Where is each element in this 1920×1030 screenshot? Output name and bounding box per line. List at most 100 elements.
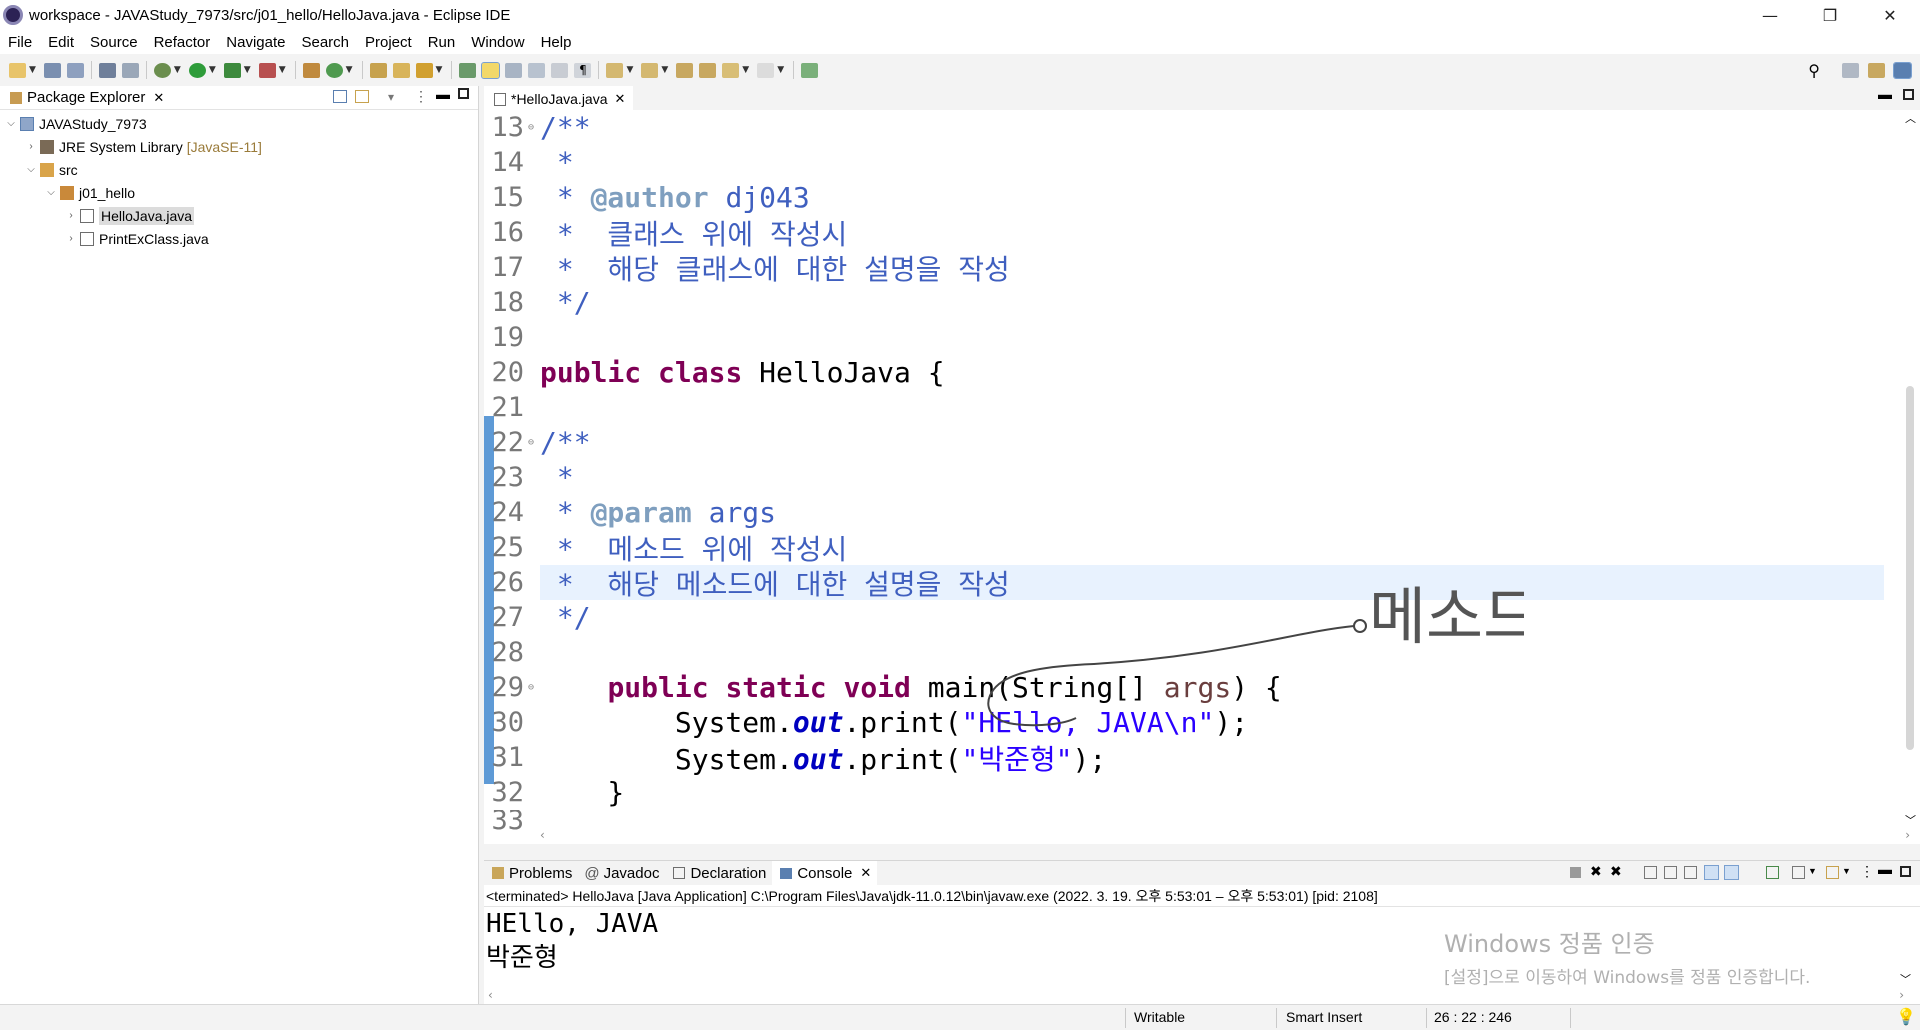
chevron-down-icon[interactable]: ▼ — [209, 65, 216, 75]
scroll-right-icon[interactable]: › — [1899, 988, 1904, 1002]
status-insert-mode[interactable]: Smart Insert — [1286, 1009, 1362, 1025]
menu-window[interactable]: Window — [463, 34, 532, 51]
open-type-icon[interactable] — [369, 62, 387, 78]
chevron-down-icon[interactable]: ⌵ — [4, 118, 18, 129]
tab-console[interactable]: Console ✕ — [772, 861, 878, 885]
word-wrap-icon[interactable] — [551, 62, 569, 78]
tree-item-project[interactable]: ⌵ JAVAStudy_7973 — [0, 112, 478, 135]
chevron-down-icon[interactable]: ▼ — [1808, 866, 1817, 876]
chevron-down-icon[interactable]: ▼ — [1842, 866, 1851, 876]
chevron-right-icon[interactable]: › — [64, 210, 78, 221]
menu-file[interactable]: File — [0, 34, 40, 51]
back-icon[interactable] — [699, 62, 717, 78]
link-with-editor-icon[interactable] — [355, 90, 369, 103]
scroll-right-icon[interactable]: › — [1905, 828, 1910, 842]
chevron-down-icon[interactable]: ▼ — [436, 65, 443, 75]
scroll-up-icon[interactable]: ︿ — [1905, 110, 1916, 126]
tree-item-src[interactable]: ⌵ src — [0, 158, 478, 181]
chevron-down-icon[interactable]: ▼ — [279, 65, 286, 75]
close-icon[interactable]: ✕ — [153, 90, 164, 106]
chevron-right-icon[interactable]: › — [24, 141, 38, 152]
terminate-icon[interactable] — [1570, 867, 1581, 878]
scroll-down-icon[interactable]: ﹀ — [1905, 812, 1916, 828]
view-menu-icon[interactable]: ⋮ — [414, 88, 428, 105]
menu-project[interactable]: Project — [357, 34, 420, 51]
close-icon[interactable]: ✕ — [615, 91, 626, 107]
pin-console-icon[interactable] — [1766, 866, 1779, 879]
chevron-down-icon[interactable]: ▼ — [29, 65, 36, 75]
menu-run[interactable]: Run — [420, 34, 464, 51]
minimize-view-icon[interactable]: ▬ — [436, 86, 450, 102]
menu-navigate[interactable]: Navigate — [218, 34, 293, 51]
mark-occurrences-icon[interactable] — [481, 61, 501, 79]
back-arrow-icon[interactable] — [722, 62, 740, 78]
pin-editor-icon[interactable] — [801, 62, 819, 78]
fold-icon[interactable]: ⊖ — [528, 682, 534, 693]
search-tool-icon[interactable] — [415, 62, 433, 78]
minimize-view-icon[interactable]: ▬ — [1878, 86, 1892, 102]
menu-help[interactable]: Help — [533, 34, 580, 51]
tab-package-explorer[interactable]: Package Explorer ✕ — [0, 89, 170, 106]
editor-horizontal-scrollbar[interactable]: ‹ › — [540, 828, 1920, 844]
display-console-icon[interactable] — [1792, 866, 1805, 879]
new-java-package-icon[interactable] — [302, 62, 320, 78]
java-ee-perspective-icon[interactable] — [1868, 63, 1885, 78]
open-console-icon[interactable] — [1826, 866, 1839, 879]
clear-console-icon[interactable] — [1644, 866, 1657, 879]
terminal-icon[interactable] — [98, 62, 116, 78]
forward-arrow-icon[interactable] — [757, 62, 775, 78]
scrollbar-thumb[interactable] — [1906, 386, 1914, 750]
external-tools-icon[interactable] — [258, 62, 276, 78]
chevron-down-icon[interactable]: ⌵ — [24, 164, 38, 175]
menu-refactor[interactable]: Refactor — [146, 34, 219, 51]
search-icon[interactable]: ⚲ — [1808, 61, 1820, 80]
fold-icon[interactable]: ⊖ — [528, 437, 534, 448]
code-area[interactable]: 13 ⊖ /** 14 * 15 * @author dj043 16 * 클래스 … — [484, 110, 1884, 830]
maximize-view-icon[interactable] — [1900, 866, 1911, 877]
next-annotation-down-icon[interactable] — [606, 62, 624, 78]
editor-vertical-scrollbar[interactable]: ︿ ﹀ — [1900, 110, 1920, 830]
scroll-left-icon[interactable]: ‹ — [488, 988, 493, 1002]
word-wrap-icon[interactable] — [1684, 866, 1697, 879]
save-icon[interactable] — [43, 62, 61, 78]
show-whitespace-icon[interactable]: ¶ — [574, 62, 592, 78]
menu-search[interactable]: Search — [293, 34, 357, 51]
chevron-down-icon[interactable]: ▼ — [661, 65, 668, 75]
chevron-down-icon[interactable]: ▼ — [346, 65, 353, 75]
toggle-breadcrumb-icon[interactable] — [505, 62, 523, 78]
block-selection-icon[interactable] — [528, 62, 546, 78]
debug-icon[interactable] — [153, 62, 171, 78]
run-icon[interactable] — [188, 62, 206, 78]
chevron-down-icon[interactable]: ▼ — [174, 65, 181, 75]
tree-item-jre[interactable]: › JRE System Library [JavaSE-11] — [0, 135, 478, 158]
tree-item-file[interactable]: › PrintExClass.java — [0, 227, 478, 250]
remove-all-terminated-icon[interactable]: ✖ — [1610, 863, 1622, 880]
scroll-left-icon[interactable]: ‹ — [540, 828, 545, 842]
maximize-view-icon[interactable] — [458, 88, 469, 99]
chevron-down-icon[interactable]: ⌵ — [44, 187, 58, 198]
last-edit-location-icon[interactable] — [676, 62, 694, 78]
tree-item-package[interactable]: ⌵ j01_hello — [0, 181, 478, 204]
tab-problems[interactable]: Problems — [484, 865, 578, 882]
fold-icon[interactable]: ⊖ — [528, 122, 534, 133]
new-icon[interactable] — [9, 62, 26, 78]
chevron-down-icon[interactable]: ▼ — [777, 65, 784, 75]
tab-declaration[interactable]: Declaration — [665, 865, 772, 882]
view-menu-icon[interactable]: ⋮ — [1860, 863, 1874, 880]
skip-breakpoints-icon[interactable] — [121, 62, 139, 78]
menu-edit[interactable]: Edit — [40, 34, 82, 51]
close-button[interactable]: ✕ — [1862, 0, 1918, 30]
minimize-view-icon[interactable]: ▬ — [1878, 861, 1892, 877]
previous-annotation-icon[interactable] — [641, 62, 659, 78]
save-all-icon[interactable] — [66, 62, 84, 78]
scroll-down-icon[interactable]: ﹀ — [1900, 971, 1911, 987]
console-horizontal-scrollbar[interactable]: ‹ › — [484, 988, 1904, 1004]
menu-source[interactable]: Source — [82, 34, 146, 51]
editor-tab-hellojava[interactable]: *HelloJava.java ✕ — [484, 86, 634, 110]
filter-icon[interactable]: ▾ — [388, 90, 394, 104]
new-java-class-icon[interactable] — [325, 62, 343, 78]
tab-javadoc[interactable]: @ Javadoc — [578, 865, 665, 882]
maximize-view-icon[interactable] — [1903, 89, 1914, 100]
tip-lightbulb-icon[interactable]: 💡 — [1896, 1007, 1916, 1027]
scroll-lock-icon[interactable] — [1664, 866, 1677, 879]
